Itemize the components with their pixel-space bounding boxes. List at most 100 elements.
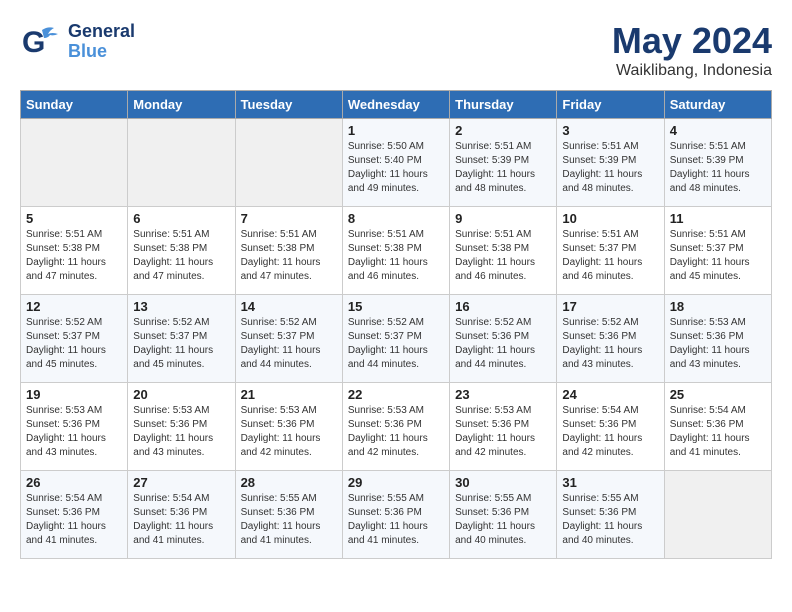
day-info: Sunrise: 5:53 AM Sunset: 5:36 PM Dayligh… <box>133 404 229 460</box>
weekday-header: Tuesday <box>235 91 342 119</box>
weekday-header: Sunday <box>21 91 128 119</box>
calendar-cell <box>235 119 342 207</box>
day-info: Sunrise: 5:51 AM Sunset: 5:38 PM Dayligh… <box>133 228 229 284</box>
calendar-cell: 13 Sunrise: 5:52 AM Sunset: 5:37 PM Dayli… <box>128 295 235 383</box>
day-info: Sunrise: 5:51 AM Sunset: 5:39 PM Dayligh… <box>670 140 766 196</box>
day-info: Sunrise: 5:51 AM Sunset: 5:39 PM Dayligh… <box>455 140 551 196</box>
logo-icon: G <box>20 20 64 64</box>
calendar-cell: 14 Sunrise: 5:52 AM Sunset: 5:37 PM Dayli… <box>235 295 342 383</box>
calendar-cell: 28 Sunrise: 5:55 AM Sunset: 5:36 PM Dayli… <box>235 471 342 559</box>
day-number: 31 <box>562 475 658 490</box>
calendar-cell: 10Sunrise: 5:51 AM Sunset: 5:37 PM Dayli… <box>557 207 664 295</box>
calendar-cell: 20 Sunrise: 5:53 AM Sunset: 5:36 PM Dayli… <box>128 383 235 471</box>
day-info: Sunrise: 5:53 AM Sunset: 5:36 PM Dayligh… <box>26 404 122 460</box>
day-info: Sunrise: 5:53 AM Sunset: 5:36 PM Dayligh… <box>670 316 766 372</box>
calendar-cell: 7Sunrise: 5:51 AM Sunset: 5:38 PM Daylig… <box>235 207 342 295</box>
day-number: 5 <box>26 211 122 226</box>
calendar-cell: 12 Sunrise: 5:52 AM Sunset: 5:37 PM Dayli… <box>21 295 128 383</box>
calendar-cell: 1 Sunrise: 5:50 AM Sunset: 5:40 PM Daylig… <box>342 119 449 207</box>
day-number: 7 <box>241 211 337 226</box>
calendar-cell: 9 Sunrise: 5:51 AM Sunset: 5:38 PM Daylig… <box>450 207 557 295</box>
calendar-cell: 23 Sunrise: 5:53 AM Sunset: 5:36 PM Dayli… <box>450 383 557 471</box>
weekday-header: Monday <box>128 91 235 119</box>
day-info: Sunrise: 5:52 AM Sunset: 5:36 PM Dayligh… <box>562 316 658 372</box>
calendar-cell: 15 Sunrise: 5:52 AM Sunset: 5:37 PM Dayli… <box>342 295 449 383</box>
calendar-cell: 21 Sunrise: 5:53 AM Sunset: 5:36 PM Dayli… <box>235 383 342 471</box>
calendar-cell: 22 Sunrise: 5:53 AM Sunset: 5:36 PM Dayli… <box>342 383 449 471</box>
day-number: 16 <box>455 299 551 314</box>
day-info: Sunrise: 5:53 AM Sunset: 5:36 PM Dayligh… <box>455 404 551 460</box>
day-info: Sunrise: 5:55 AM Sunset: 5:36 PM Dayligh… <box>455 492 551 548</box>
calendar-cell: 8 Sunrise: 5:51 AM Sunset: 5:38 PM Daylig… <box>342 207 449 295</box>
weekday-header: Wednesday <box>342 91 449 119</box>
logo-blue: Blue <box>68 42 135 62</box>
day-number: 26 <box>26 475 122 490</box>
day-number: 12 <box>26 299 122 314</box>
weekday-header: Friday <box>557 91 664 119</box>
day-number: 20 <box>133 387 229 402</box>
day-info: Sunrise: 5:51 AM Sunset: 5:37 PM Dayligh… <box>670 228 766 284</box>
calendar-cell <box>21 119 128 207</box>
day-number: 8 <box>348 211 444 226</box>
calendar-cell: 27 Sunrise: 5:54 AM Sunset: 5:36 PM Dayli… <box>128 471 235 559</box>
day-number: 13 <box>133 299 229 314</box>
calendar-cell: 5 Sunrise: 5:51 AM Sunset: 5:38 PM Daylig… <box>21 207 128 295</box>
day-info: Sunrise: 5:54 AM Sunset: 5:36 PM Dayligh… <box>26 492 122 548</box>
day-number: 22 <box>348 387 444 402</box>
page-header: G General Blue May 2024 Waiklibang, Indo… <box>20 20 772 80</box>
calendar-cell: 6 Sunrise: 5:51 AM Sunset: 5:38 PM Daylig… <box>128 207 235 295</box>
day-number: 19 <box>26 387 122 402</box>
day-info: Sunrise: 5:51 AM Sunset: 5:39 PM Dayligh… <box>562 140 658 196</box>
month-title: May 2024 <box>612 20 772 62</box>
day-info: Sunrise: 5:52 AM Sunset: 5:37 PM Dayligh… <box>133 316 229 372</box>
day-info: Sunrise: 5:52 AM Sunset: 5:37 PM Dayligh… <box>241 316 337 372</box>
calendar-cell: 26 Sunrise: 5:54 AM Sunset: 5:36 PM Dayli… <box>21 471 128 559</box>
day-number: 3 <box>562 123 658 138</box>
calendar-cell: 18 Sunrise: 5:53 AM Sunset: 5:36 PM Dayli… <box>664 295 771 383</box>
day-info: Sunrise: 5:51 AM Sunset: 5:38 PM Dayligh… <box>348 228 444 284</box>
calendar-cell: 2 Sunrise: 5:51 AM Sunset: 5:39 PM Daylig… <box>450 119 557 207</box>
day-info: Sunrise: 5:53 AM Sunset: 5:36 PM Dayligh… <box>348 404 444 460</box>
day-number: 18 <box>670 299 766 314</box>
day-number: 21 <box>241 387 337 402</box>
day-info: Sunrise: 5:55 AM Sunset: 5:36 PM Dayligh… <box>562 492 658 548</box>
day-number: 9 <box>455 211 551 226</box>
day-number: 28 <box>241 475 337 490</box>
calendar-cell: 19 Sunrise: 5:53 AM Sunset: 5:36 PM Dayli… <box>21 383 128 471</box>
day-info: Sunrise: 5:53 AM Sunset: 5:36 PM Dayligh… <box>241 404 337 460</box>
day-number: 2 <box>455 123 551 138</box>
day-info: Sunrise: 5:52 AM Sunset: 5:37 PM Dayligh… <box>26 316 122 372</box>
day-info: Sunrise: 5:51 AM Sunset: 5:37 PM Dayligh… <box>562 228 658 284</box>
day-info: Sunrise: 5:55 AM Sunset: 5:36 PM Dayligh… <box>348 492 444 548</box>
location-title: Waiklibang, Indonesia <box>612 62 772 80</box>
day-number: 24 <box>562 387 658 402</box>
day-info: Sunrise: 5:51 AM Sunset: 5:38 PM Dayligh… <box>26 228 122 284</box>
day-info: Sunrise: 5:54 AM Sunset: 5:36 PM Dayligh… <box>670 404 766 460</box>
day-number: 15 <box>348 299 444 314</box>
calendar-cell: 30 Sunrise: 5:55 AM Sunset: 5:36 PM Dayli… <box>450 471 557 559</box>
day-info: Sunrise: 5:50 AM Sunset: 5:40 PM Dayligh… <box>348 140 444 196</box>
calendar-cell: 11Sunrise: 5:51 AM Sunset: 5:37 PM Dayli… <box>664 207 771 295</box>
calendar-cell <box>128 119 235 207</box>
day-number: 27 <box>133 475 229 490</box>
day-number: 29 <box>348 475 444 490</box>
day-number: 23 <box>455 387 551 402</box>
calendar-cell: 25 Sunrise: 5:54 AM Sunset: 5:36 PM Dayli… <box>664 383 771 471</box>
day-number: 25 <box>670 387 766 402</box>
day-number: 6 <box>133 211 229 226</box>
day-info: Sunrise: 5:52 AM Sunset: 5:37 PM Dayligh… <box>348 316 444 372</box>
logo: G General Blue <box>20 20 135 64</box>
calendar-cell: 3 Sunrise: 5:51 AM Sunset: 5:39 PM Daylig… <box>557 119 664 207</box>
day-number: 30 <box>455 475 551 490</box>
day-info: Sunrise: 5:54 AM Sunset: 5:36 PM Dayligh… <box>562 404 658 460</box>
day-number: 17 <box>562 299 658 314</box>
day-number: 14 <box>241 299 337 314</box>
day-number: 1 <box>348 123 444 138</box>
day-info: Sunrise: 5:55 AM Sunset: 5:36 PM Dayligh… <box>241 492 337 548</box>
day-info: Sunrise: 5:51 AM Sunset: 5:38 PM Dayligh… <box>455 228 551 284</box>
calendar-cell: 17 Sunrise: 5:52 AM Sunset: 5:36 PM Dayli… <box>557 295 664 383</box>
day-number: 4 <box>670 123 766 138</box>
day-info: Sunrise: 5:54 AM Sunset: 5:36 PM Dayligh… <box>133 492 229 548</box>
calendar-cell: 24 Sunrise: 5:54 AM Sunset: 5:36 PM Dayli… <box>557 383 664 471</box>
calendar-cell: 16Sunrise: 5:52 AM Sunset: 5:36 PM Dayli… <box>450 295 557 383</box>
